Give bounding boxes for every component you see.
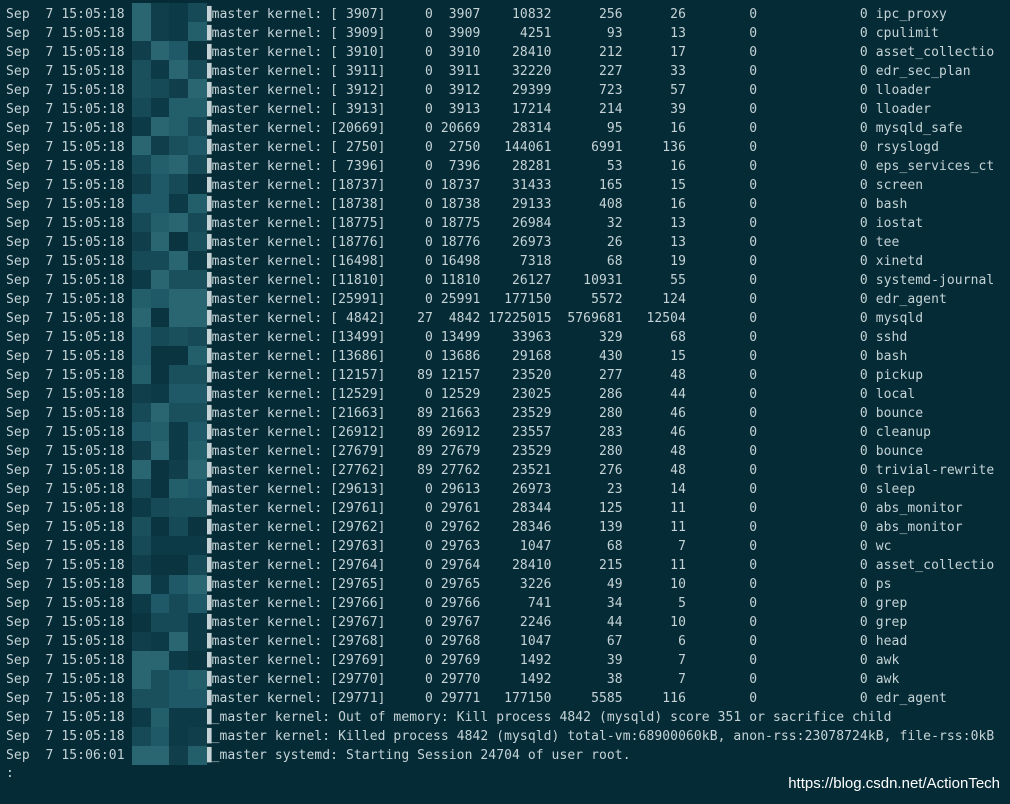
log-line: Sep 7 15:05:18 ██████████master kernel: … (6, 330, 908, 345)
log-line: Sep 7 15:05:18 ██████████master kernel: … (6, 121, 963, 136)
log-line: Sep 7 15:05:18 ██████████master kernel: … (6, 178, 924, 193)
log-line: Sep 7 15:05:18 ██████████master kernel: … (6, 349, 908, 364)
log-line: Sep 7 15:06:01 ██████████_master systemd… (6, 748, 631, 763)
log-line: Sep 7 15:05:18 ██████████master kernel: … (6, 672, 900, 687)
log-line: Sep 7 15:05:18 ██████████master kernel: … (6, 691, 947, 706)
log-line: Sep 7 15:05:18 ██████████master kernel: … (6, 482, 916, 497)
log-line: Sep 7 15:05:18 ██████████master kernel: … (6, 64, 971, 79)
log-line: Sep 7 15:05:18 ██████████master kernel: … (6, 596, 908, 611)
log-line: Sep 7 15:05:18 ██████████master kernel: … (6, 501, 963, 516)
log-line: Sep 7 15:05:18 ██████████master kernel: … (6, 653, 900, 668)
log-line: Sep 7 15:05:18 ██████████master kernel: … (6, 444, 924, 459)
log-line: Sep 7 15:05:18 ██████████master kernel: … (6, 463, 995, 478)
log-line: Sep 7 15:05:18 ██████████master kernel: … (6, 387, 916, 402)
log-line: Sep 7 15:05:18 ██████████master kernel: … (6, 159, 995, 174)
log-line: Sep 7 15:05:18 ██████████master kernel: … (6, 102, 932, 117)
log-line: Sep 7 15:05:18 ██████████master kernel: … (6, 26, 939, 41)
log-line: Sep 7 15:05:18 ██████████_master kernel:… (6, 729, 995, 744)
log-line: Sep 7 15:05:18 ██████████master kernel: … (6, 83, 932, 98)
log-line: Sep 7 15:05:18 ██████████master kernel: … (6, 425, 932, 440)
log-line: Sep 7 15:05:18 ██████████master kernel: … (6, 634, 908, 649)
log-line: Sep 7 15:05:18 ██████████master kernel: … (6, 273, 995, 288)
log-line: Sep 7 15:05:18 ██████████master kernel: … (6, 368, 924, 383)
log-line: Sep 7 15:05:18 ██████████master kernel: … (6, 292, 947, 307)
log-line: Sep 7 15:05:18 ██████████master kernel: … (6, 140, 939, 155)
pager-prompt[interactable]: : (6, 764, 14, 783)
log-line: Sep 7 15:05:18 ██████████master kernel: … (6, 311, 924, 326)
log-line: Sep 7 15:05:18 ██████████master kernel: … (6, 45, 995, 60)
terminal-window[interactable]: Sep 7 15:05:18 ██████████master kernel: … (0, 0, 1010, 804)
log-line: Sep 7 15:05:18 ██████████master kernel: … (6, 216, 924, 231)
log-line: Sep 7 15:05:18 ██████████master kernel: … (6, 558, 995, 573)
log-line: Sep 7 15:05:18 ██████████master kernel: … (6, 7, 947, 22)
log-line: Sep 7 15:05:18 ██████████master kernel: … (6, 197, 908, 212)
log-line: Sep 7 15:05:18 ██████████master kernel: … (6, 577, 892, 592)
log-line: Sep 7 15:05:18 ██████████_master kernel:… (6, 710, 892, 725)
log-line: Sep 7 15:05:18 ██████████master kernel: … (6, 254, 924, 269)
log-line: Sep 7 15:05:18 ██████████master kernel: … (6, 539, 892, 554)
log-line: Sep 7 15:05:18 ██████████master kernel: … (6, 406, 924, 421)
log-line: Sep 7 15:05:18 ██████████master kernel: … (6, 615, 908, 630)
log-line: Sep 7 15:05:18 ██████████master kernel: … (6, 520, 963, 535)
watermark-text: https://blog.csdn.net/ActionTech (788, 775, 1000, 792)
log-line: Sep 7 15:05:18 ██████████master kernel: … (6, 235, 900, 250)
